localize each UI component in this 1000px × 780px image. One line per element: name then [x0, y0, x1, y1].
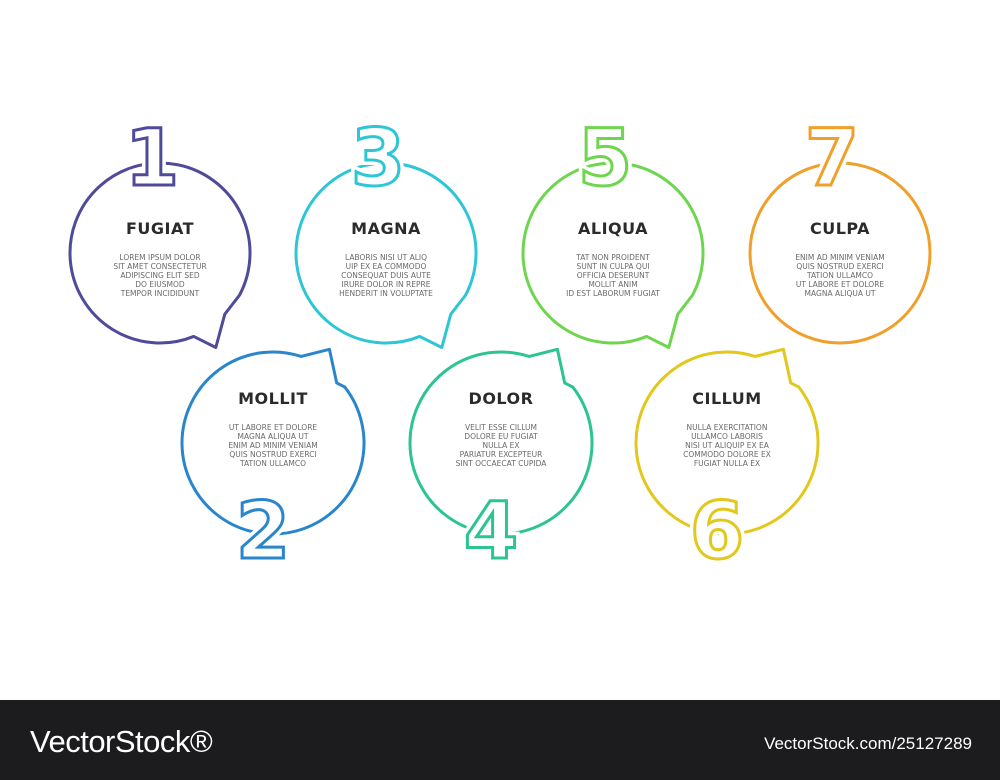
step-description: ENIM AD MINIM VENIAM QUIS NOSTRUD EXERCI T…	[765, 253, 915, 298]
step-number-4: 4	[464, 487, 518, 577]
step-title: FUGIAT	[125, 219, 195, 238]
description-line: MAGNA ALIQUA UT	[804, 289, 876, 298]
step-2-text: MOLLIT UT LABORE ET DOLORE MAGNA ALIQUA UT…	[198, 389, 348, 489]
description-line: TATION ULLAMCO	[807, 271, 873, 280]
description-line: DOLORE EU FUGIAT	[464, 432, 538, 441]
step-1-text: FUGIAT LOREM IPSUM DOLOR SIT AMET CONSECTE…	[85, 219, 235, 319]
description-line: UT LABORE ET DOLORE	[795, 280, 885, 289]
description-line: TEMPOR INCIDIDUNT	[120, 289, 200, 298]
step-description: LOREM IPSUM DOLOR SIT AMET CONSECTETUR ADI…	[85, 253, 235, 298]
step-number-2: 2	[236, 487, 290, 577]
step-title: MAGNA	[351, 219, 421, 238]
infographic-canvas: 11223344556677	[68, 109, 932, 582]
description-line: SINT OCCAECAT CUPIDA	[455, 459, 547, 468]
step-title: MOLLIT	[238, 389, 308, 408]
step-title: DOLOR	[468, 389, 534, 408]
step-4-text: DOLOR VELIT ESSE CILLUM DOLORE EU FUGIAT NU…	[426, 389, 576, 489]
brand-logo-text: VectorStock®	[30, 724, 213, 759]
description-line: OFFICIA DESERUNT	[576, 271, 650, 280]
description-line: HENDERIT IN VOLUPTATE	[339, 289, 433, 298]
description-line: LOREM IPSUM DOLOR	[119, 253, 201, 262]
description-line: ENIM AD MINIM VENIAM	[795, 253, 885, 262]
description-line: SUNT IN CULPA QUI	[576, 262, 650, 271]
step-6-text: CILLUM NULLA EXERCITATION ULLAMCO LABORIS N…	[652, 389, 802, 489]
step-title: CILLUM	[692, 389, 762, 408]
description-line: UT LABORE ET DOLORE	[228, 423, 318, 432]
description-line: LABORIS NISI UT ALIQ	[344, 253, 428, 262]
step-number-3: 3	[351, 114, 405, 204]
description-line: IRURE DOLOR IN REPRE	[341, 280, 431, 289]
footer-bar: VectorStock® VectorStock.com/25127289	[0, 700, 1000, 780]
description-line: QUIS NOSTRUD EXERCI	[796, 262, 884, 271]
step-number-5: 5	[578, 114, 632, 204]
description-line: COMMODO DOLORE EX	[683, 450, 771, 459]
description-line: ID EST LABORUM FUGIAT	[566, 289, 660, 298]
image-id-text: VectorStock.com/25127289	[764, 734, 972, 753]
description-line: DO EIUSMOD	[135, 280, 185, 289]
description-line: QUIS NOSTRUD EXERCI	[229, 450, 317, 459]
description-line: UIP EX EA COMMODO	[345, 262, 427, 271]
description-line: ULLAMCO LABORIS	[691, 432, 763, 441]
description-line: CONSEQUAT DUIS AUTE	[341, 271, 431, 280]
description-line: MOLLIT ANIM	[588, 280, 638, 289]
step-3-text: MAGNA LABORIS NISI UT ALIQ UIP EX EA COMMO…	[311, 219, 461, 319]
step-number-6: 6	[690, 487, 744, 577]
description-line: FUGIAT NULLA EX	[693, 459, 761, 468]
description-line: PARIATUR EXCEPTEUR	[459, 450, 543, 459]
description-line: NULLA EXERCITATION	[686, 423, 768, 432]
step-7-text: CULPA ENIM AD MINIM VENIAM QUIS NOSTRUD EX…	[765, 219, 915, 319]
description-line: ENIM AD MINIM VENIAM	[228, 441, 318, 450]
step-5-text: ALIQUA TAT NON PROIDENT SUNT IN CULPA QUI O…	[538, 219, 688, 319]
step-description: VELIT ESSE CILLUM DOLORE EU FUGIAT NULLA E…	[426, 423, 576, 468]
description-line: ADIPISCING ELIT SED	[120, 271, 200, 280]
description-line: SIT AMET CONSECTETUR	[113, 262, 207, 271]
description-line: NULLA EX	[482, 441, 520, 450]
step-description: NULLA EXERCITATION ULLAMCO LABORIS NISI UT…	[652, 423, 802, 468]
step-number-1: 1	[125, 114, 179, 204]
step-title: CULPA	[809, 219, 871, 238]
step-description: TAT NON PROIDENT SUNT IN CULPA QUI OFFICIA…	[538, 253, 688, 298]
step-title: ALIQUA	[577, 219, 648, 238]
description-line: MAGNA ALIQUA UT	[237, 432, 309, 441]
description-line: VELIT ESSE CILLUM	[464, 423, 537, 432]
description-line: TATION ULLAMCO	[240, 459, 306, 468]
step-description: LABORIS NISI UT ALIQ UIP EX EA COMMODO CON…	[311, 253, 461, 298]
description-line: TAT NON PROIDENT	[576, 253, 650, 262]
description-line: NISI UT ALIQUIP EX EA	[685, 441, 769, 450]
step-description: UT LABORE ET DOLORE MAGNA ALIQUA UT ENIM A…	[198, 423, 348, 468]
step-number-7: 7	[805, 114, 859, 204]
